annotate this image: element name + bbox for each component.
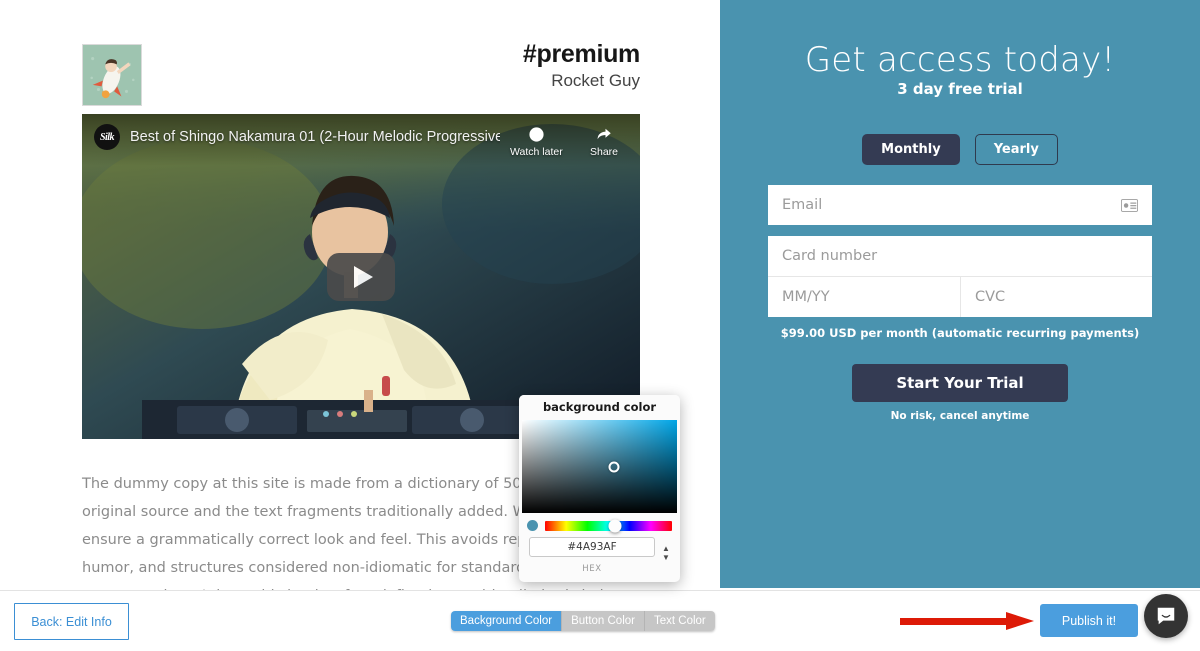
chevron-down-icon[interactable]: ▼ [662, 554, 670, 562]
share-arrow-icon [578, 124, 630, 144]
hex-format-label: HEX [582, 564, 602, 574]
saturation-value-area[interactable] [522, 420, 677, 513]
watch-later-action[interactable]: Watch later [510, 124, 563, 158]
color-picker-popup[interactable]: background color #4A93AF HEX ▲ ▼ [519, 395, 680, 582]
chat-bubble-icon[interactable] [1144, 594, 1188, 638]
email-placeholder: Email [782, 197, 823, 213]
youtube-actions: Watch later Share [510, 124, 630, 158]
preview-header: #premium Rocket Guy [82, 40, 640, 106]
segment-button-color[interactable]: Button Color [562, 611, 645, 631]
back-edit-info-button[interactable]: Back: Edit Info [14, 603, 129, 640]
youtube-channel-avatar-icon[interactable]: Silk [94, 124, 120, 150]
price-note: $99.00 USD per month (automatic recurrin… [780, 326, 1140, 340]
youtube-top-bar: Silk Best of Shingo Nakamura 01 (2-Hour … [82, 114, 640, 166]
hex-input[interactable]: #4A93AF [529, 537, 655, 557]
checkout-form: Email Card number MM/YY CVC [768, 185, 1152, 317]
checkout-subtitle: 3 day free trial [897, 80, 1023, 98]
title-block: #premium Rocket Guy [523, 40, 640, 93]
plan-toggle-group: Monthly Yearly [720, 134, 1200, 165]
format-stepper[interactable]: ▲ ▼ [660, 537, 672, 562]
checkout-panel: Get access today! 3 day free trial Month… [720, 0, 1200, 588]
channel-logo-text: Silk [99, 131, 115, 143]
card-row-expiry-cvc: MM/YY CVC [768, 276, 1152, 317]
hue-slider[interactable] [545, 519, 672, 532]
annotation-arrow-icon [900, 612, 1035, 630]
arrow-head [1006, 612, 1034, 630]
sv-cursor-handle[interactable] [608, 461, 620, 473]
play-button-icon[interactable] [327, 252, 395, 301]
email-field[interactable]: Email [768, 185, 1152, 225]
plan-monthly-button[interactable]: Monthly [862, 134, 960, 165]
chat-bubble-glyph [1157, 607, 1175, 625]
hue-row [519, 513, 680, 532]
youtube-video-embed[interactable]: Silk Best of Shingo Nakamura 01 (2-Hour … [82, 114, 640, 439]
page-root: #premium Rocket Guy Silk Best of Shingo … [0, 0, 1200, 651]
hue-slider-thumb[interactable] [608, 519, 622, 532]
rocket-guy-avatar-icon [82, 44, 142, 106]
page-title: #premium [522, 40, 640, 68]
share-action[interactable]: Share [578, 124, 630, 158]
card-number-placeholder: Card number [782, 248, 878, 264]
hex-input-wrapper: #4A93AF HEX [529, 537, 655, 574]
expiry-placeholder: MM/YY [782, 289, 830, 305]
clock-icon [510, 124, 562, 144]
page-subtitle: Rocket Guy [551, 71, 640, 90]
arrow-shaft [900, 618, 1010, 625]
expiry-field[interactable]: MM/YY [768, 277, 960, 317]
watch-later-label: Watch later [510, 146, 563, 158]
segment-text-color[interactable]: Text Color [645, 611, 715, 631]
publish-button[interactable]: Publish it! [1040, 604, 1138, 637]
checkout-title: Get access today! [804, 40, 1116, 80]
reassurance-text: No risk, cancel anytime [890, 410, 1030, 422]
contact-card-autofill-icon[interactable] [1121, 198, 1138, 212]
card-number-field[interactable]: Card number [768, 236, 1152, 276]
share-label: Share [589, 146, 619, 158]
card-input-group: Card number MM/YY CVC [768, 236, 1152, 317]
cvc-field[interactable]: CVC [960, 277, 1152, 317]
video-title[interactable]: Best of Shingo Nakamura 01 (2-Hour Melod… [130, 123, 500, 151]
segment-background-color[interactable]: Background Color [451, 611, 563, 631]
color-picker-title: background color [519, 395, 680, 420]
current-color-swatch [527, 520, 538, 531]
chevron-up-icon[interactable]: ▲ [662, 545, 670, 553]
start-trial-button[interactable]: Start Your Trial [852, 364, 1068, 402]
hex-row: #4A93AF HEX ▲ ▼ [519, 531, 680, 574]
cvc-placeholder: CVC [975, 289, 1006, 305]
plan-yearly-button[interactable]: Yearly [974, 134, 1058, 165]
color-target-segmented-control: Background Color Button Color Text Color [451, 611, 715, 631]
